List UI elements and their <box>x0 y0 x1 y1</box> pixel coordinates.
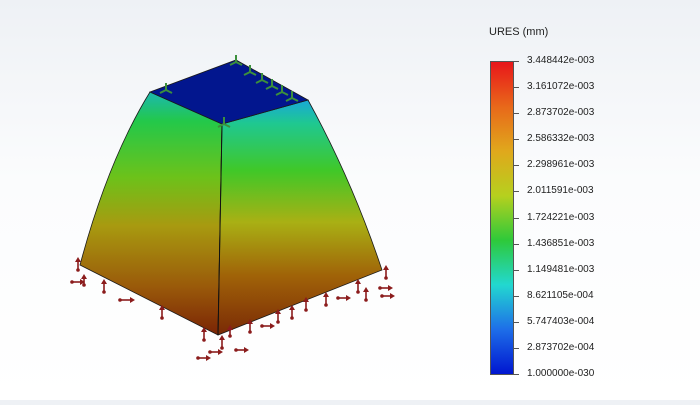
legend-label: 2.298961e-003 <box>527 159 595 171</box>
legend-label: 3.161072e-003 <box>527 81 595 93</box>
legend-tick <box>514 374 519 375</box>
legend-label: 1.149481e-003 <box>527 263 595 275</box>
load-arrow-icon <box>101 279 107 294</box>
legend-label: 2.873702e-004 <box>527 341 595 353</box>
legend-tick <box>514 87 519 89</box>
legend-label: 1.000000e-030 <box>527 368 595 379</box>
model-render <box>70 55 395 361</box>
legend-tick <box>514 217 519 219</box>
legend-tick <box>514 295 519 297</box>
legend-tick <box>514 269 519 271</box>
load-arrow-icon <box>363 287 369 302</box>
load-arrow-icon <box>383 265 389 280</box>
legend-label: 5.747403e-004 <box>527 315 595 327</box>
right-face <box>217 99 383 336</box>
load-arrow-icon <box>380 293 395 299</box>
legend-label: 2.873702e-003 <box>527 107 595 119</box>
load-arrow-icon <box>260 323 275 329</box>
legend-label: 1.436851e-003 <box>527 237 595 249</box>
load-arrow-icon <box>336 295 351 301</box>
legend-label: 2.011591e-003 <box>527 185 594 197</box>
load-arrow-icon <box>208 349 223 355</box>
legend-tick <box>514 243 519 245</box>
legend-label: 3.448442e-003 <box>527 55 595 66</box>
legend-tick <box>514 347 519 349</box>
load-arrow-icon <box>118 297 135 303</box>
load-arrow-icon <box>323 292 329 307</box>
model-viewport[interactable] <box>0 0 470 400</box>
legend-tick <box>514 113 519 115</box>
load-arrow-icon <box>355 279 361 294</box>
left-face <box>79 91 223 336</box>
legend-tick <box>514 191 519 193</box>
load-arrow-icon <box>234 347 249 353</box>
load-arrow-icon <box>289 305 295 320</box>
color-scale-bar <box>490 61 514 375</box>
legend-tick <box>514 139 519 141</box>
legend-tick <box>514 61 519 62</box>
load-arrow-icon <box>378 285 393 291</box>
legend-tick <box>514 165 519 167</box>
legend-label: 2.586332e-003 <box>527 133 595 145</box>
load-arrow-icon <box>196 355 211 361</box>
legend-label: 8.621105e-004 <box>527 289 594 301</box>
results-legend: URES (mm) 3.448442e-003 3.161072e-003 2.87… <box>470 0 700 400</box>
legend-label: 1.724221e-003 <box>527 211 595 223</box>
load-arrow-icon <box>219 335 225 350</box>
legend-tick <box>514 321 519 323</box>
legend-title: URES (mm) <box>489 26 549 38</box>
